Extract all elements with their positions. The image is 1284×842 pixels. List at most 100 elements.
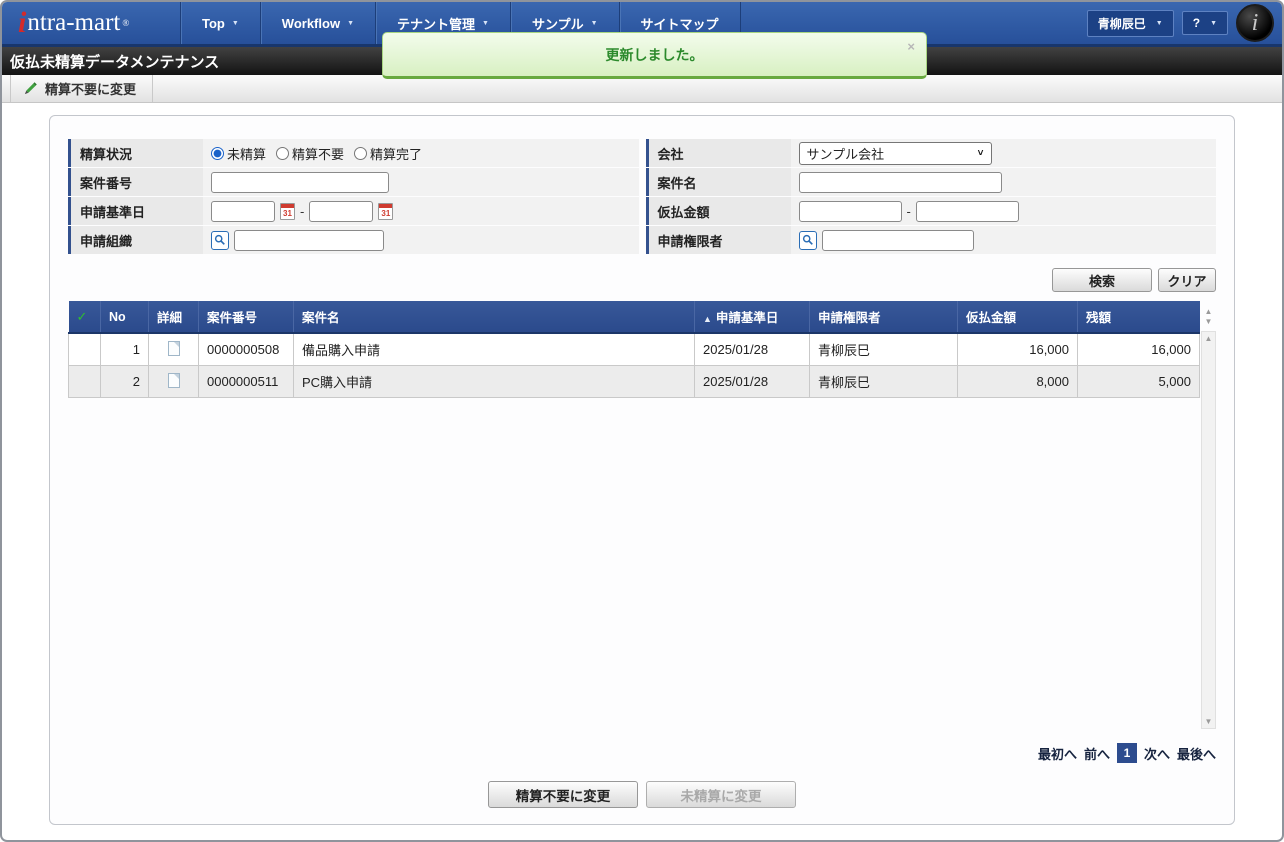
table-row: 2 0000000511 PC購入申請 2025/01/28 青柳辰巳 8,00… (69, 366, 1200, 398)
row-no: 1 (101, 333, 149, 366)
request-org-label: 申請組織 (68, 226, 203, 254)
user-name: 青柳辰巳 (1098, 15, 1146, 32)
search-lookup-icon[interactable] (211, 231, 229, 250)
request-org-input[interactable] (234, 230, 384, 251)
close-icon[interactable]: × (907, 39, 915, 54)
form-row-request-org: 申請組織 (68, 226, 639, 254)
table-header-row: ✓ No 詳細 案件番号 案件名 ▲申請基準日 申請権限者 仮払金額 残額 (69, 301, 1200, 333)
form-row-request-authorizer: 申請権限者 (646, 226, 1217, 254)
request-authorizer-field (791, 226, 1217, 254)
row-detail-cell (149, 333, 199, 366)
calendar-icon[interactable]: 31 (378, 203, 393, 220)
intra-mart-logo[interactable]: intra-mart® (2, 2, 180, 44)
magnifier-icon (214, 234, 226, 246)
results-table-zone: ✓ No 詳細 案件番号 案件名 ▲申請基準日 申請権限者 仮払金額 残額 1 (68, 301, 1216, 729)
pagination-current-page: 1 (1117, 743, 1137, 763)
column-header-authorizer[interactable]: 申請権限者 (810, 301, 958, 333)
results-table: ✓ No 詳細 案件番号 案件名 ▲申請基準日 申請権限者 仮払金額 残額 1 (68, 301, 1200, 398)
user-menu-button[interactable]: 青柳辰巳 ▼ (1087, 10, 1174, 37)
pencil-icon (23, 81, 38, 96)
unsettled-radio[interactable] (211, 147, 224, 160)
scroll-down-icon[interactable]: ▼ (1205, 317, 1213, 326)
settlement-status-label: 精算状況 (68, 139, 203, 167)
row-no: 2 (101, 366, 149, 398)
body-scrollbar[interactable]: ▲ ▼ (1201, 331, 1216, 729)
column-header-balance[interactable]: 残額 (1078, 301, 1200, 333)
navbar-right: 青柳辰巳 ▼ ? ▼ i (1087, 2, 1282, 44)
advance-amount-from-input[interactable] (799, 201, 902, 222)
pagination-next[interactable]: 次へ (1144, 744, 1170, 763)
column-header-base-date[interactable]: ▲申請基準日 (695, 301, 810, 333)
advance-amount-field: - (791, 197, 1217, 225)
chevron-down-icon: ▼ (1210, 20, 1217, 27)
chevron-down-icon: ▼ (232, 20, 239, 27)
company-field: サンプル会社 ˅ (791, 139, 1217, 167)
scroll-up-icon[interactable]: ▲ (1205, 334, 1213, 343)
row-select-cell[interactable] (69, 333, 101, 366)
app-window: intra-mart® Top ▼ Workflow ▼ テナント管理 ▼ サン… (0, 0, 1284, 842)
no-settlement-radio[interactable] (276, 147, 289, 160)
intra-mart-badge-icon[interactable]: i (1236, 4, 1274, 42)
scroll-down-icon[interactable]: ▼ (1205, 717, 1213, 726)
form-row-settlement-status: 精算状況 未精算 精算不要 精算完了 (68, 139, 639, 167)
success-message-text: 更新しました。 (606, 45, 704, 65)
calendar-icon[interactable]: 31 (280, 203, 295, 220)
chevron-down-icon: ▼ (591, 20, 598, 27)
row-authorizer: 青柳辰巳 (810, 333, 958, 366)
search-lookup-icon[interactable] (799, 231, 817, 250)
company-label: 会社 (646, 139, 791, 167)
clear-button[interactable]: クリア (1158, 268, 1216, 292)
base-date-field: 31 - 31 (203, 197, 639, 225)
change-to-no-settlement-button[interactable]: 精算不要に変更 (488, 781, 638, 808)
footer-actions: 精算不要に変更 未精算に変更 (68, 781, 1216, 808)
settlement-status-field: 未精算 精算不要 精算完了 (203, 139, 639, 167)
document-detail-icon[interactable] (168, 373, 180, 388)
case-name-label: 案件名 (646, 168, 791, 196)
toolbar-change-to-no-settlement[interactable]: 精算不要に変更 (10, 75, 153, 102)
pagination: 最初へ 前へ 1 次へ 最後へ (68, 743, 1216, 763)
menu-item-workflow[interactable]: Workflow ▼ (260, 2, 375, 44)
check-icon: ✓ (77, 309, 88, 324)
base-date-from-input[interactable] (211, 201, 275, 222)
radio-option-settled[interactable]: 精算完了 (354, 144, 422, 163)
radio-option-no-settlement[interactable]: 精算不要 (276, 144, 344, 163)
settled-radio[interactable] (354, 147, 367, 160)
radio-option-unsettled[interactable]: 未精算 (211, 144, 266, 163)
column-header-case-name[interactable]: 案件名 (294, 301, 695, 333)
logo-text: ntra-mart (27, 9, 120, 37)
chevron-down-icon: ▼ (347, 20, 354, 27)
scroll-up-icon[interactable]: ▲ (1205, 307, 1213, 316)
form-row-advance-amount: 仮払金額 - (646, 197, 1217, 225)
request-authorizer-label: 申請権限者 (646, 226, 791, 254)
pagination-last[interactable]: 最後へ (1177, 744, 1216, 763)
advance-amount-to-input[interactable] (916, 201, 1019, 222)
pagination-prev[interactable]: 前へ (1084, 744, 1110, 763)
case-name-input[interactable] (799, 172, 1002, 193)
request-authorizer-input[interactable] (822, 230, 974, 251)
case-number-input[interactable] (211, 172, 389, 193)
base-date-to-input[interactable] (309, 201, 373, 222)
row-detail-cell (149, 366, 199, 398)
row-select-cell[interactable] (69, 366, 101, 398)
row-case-number: 0000000508 (199, 333, 294, 366)
table-row: 1 0000000508 備品購入申請 2025/01/28 青柳辰巳 16,0… (69, 333, 1200, 366)
menu-item-top[interactable]: Top ▼ (180, 2, 260, 44)
toolbar-action-label: 精算不要に変更 (45, 79, 136, 98)
row-case-name: 備品購入申請 (294, 333, 695, 366)
search-form-left-column: 精算状況 未精算 精算不要 精算完了 (68, 139, 639, 255)
case-number-field (203, 168, 639, 196)
change-to-unsettled-button: 未精算に変更 (646, 781, 796, 808)
row-base-date: 2025/01/28 (695, 333, 810, 366)
column-header-amount[interactable]: 仮払金額 (958, 301, 1078, 333)
header-scroll-arrows: ▲ ▼ (1201, 301, 1216, 331)
search-button[interactable]: 検索 (1052, 268, 1152, 292)
company-select[interactable]: サンプル会社 ˅ (799, 142, 992, 165)
form-row-case-number: 案件番号 (68, 168, 639, 196)
pagination-first[interactable]: 最初へ (1038, 744, 1077, 763)
column-header-case-number[interactable]: 案件番号 (199, 301, 294, 333)
column-header-no: No (101, 301, 149, 333)
help-menu-button[interactable]: ? ▼ (1182, 11, 1228, 35)
search-form: 精算状況 未精算 精算不要 精算完了 (68, 139, 1216, 255)
base-date-label: 申請基準日 (68, 197, 203, 225)
document-detail-icon[interactable] (168, 341, 180, 356)
